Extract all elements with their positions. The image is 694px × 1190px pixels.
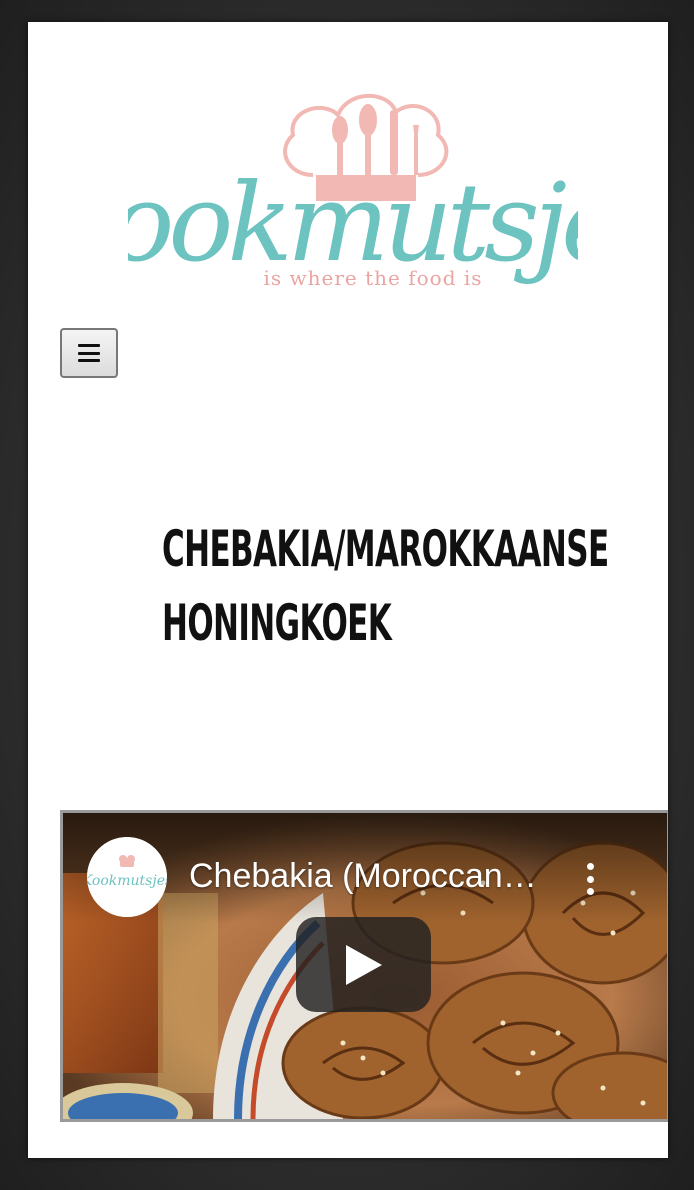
video-title[interactable]: Chebakia (Moroccan… [189, 857, 553, 896]
article-title: Chebakia/Marokkaanse Honingkoek [162, 520, 609, 652]
logo-graphic: Kookmutsjes is where the food is [128, 93, 578, 290]
hamburger-icon [78, 344, 100, 362]
more-vert-icon[interactable] [571, 859, 609, 899]
channel-avatar[interactable]: Kookmutsjes [87, 837, 167, 917]
play-icon [345, 944, 382, 985]
svg-text:Kookmutsjes: Kookmutsjes [87, 873, 167, 889]
svg-text:is where the food is: is where the food is [263, 266, 482, 290]
page-content: Kookmutsjes is where the food is Chebaki… [28, 22, 668, 1158]
video-embed[interactable]: Kookmutsjes Chebakia (Moroccan… [60, 810, 668, 1122]
site-logo[interactable]: Kookmutsjes is where the food is [128, 80, 578, 295]
play-button[interactable] [296, 917, 431, 1012]
menu-toggle-button[interactable] [60, 328, 118, 378]
channel-logo-icon: Kookmutsjes [87, 837, 167, 917]
